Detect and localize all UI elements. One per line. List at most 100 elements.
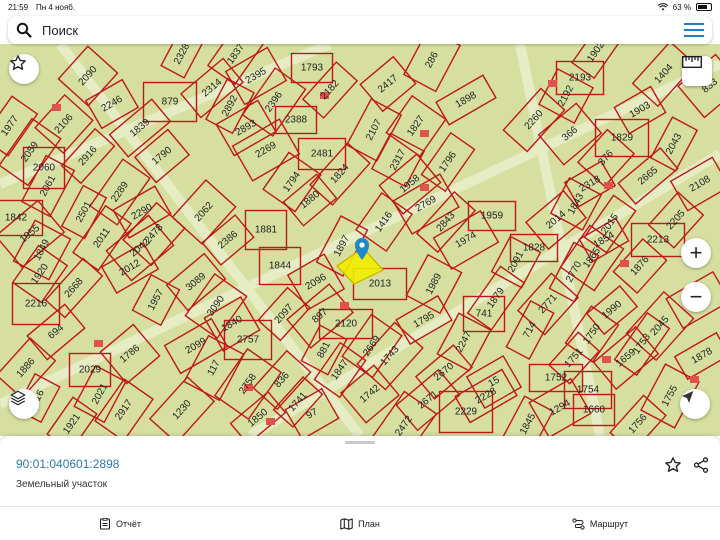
building-mark (340, 302, 349, 309)
search-icon[interactable] (16, 22, 32, 38)
parcel-number-label: 2229 (455, 407, 478, 418)
parcel-number-label: 2043 (664, 131, 684, 156)
sheet-drag-handle[interactable] (345, 441, 375, 444)
parcel-number-label: 2328 (172, 44, 192, 66)
parcel-number-label: 2216 (25, 299, 48, 310)
parcel-number-label: 2193 (569, 73, 592, 84)
ruler-button[interactable] (682, 56, 712, 86)
app: 21:59 Пн 4 нояб. 63 % Поиск 2328 1837 2090… (0, 0, 720, 540)
zoom-in-button[interactable]: + (681, 238, 711, 268)
parcel-number-label: 2060 (33, 163, 56, 174)
parcel-number-label: 1824 (329, 162, 352, 186)
star-outline-icon[interactable] (664, 456, 682, 474)
parcel-number-label: 1790 (150, 144, 174, 167)
parcel-number-label: 2771 (537, 292, 560, 316)
parcel-number-label: 117 (206, 358, 223, 378)
building-mark (52, 104, 61, 111)
parcel-number-label: 1845 (518, 411, 538, 436)
parcel-number-label: 1752 (545, 373, 568, 384)
route-icon (572, 517, 585, 530)
building-mark (420, 184, 429, 191)
zoom-out-button[interactable]: − (681, 282, 711, 312)
parcel-map-canvas[interactable]: 2328 1837209023142395 1793 286 1902140483322… (0, 44, 720, 436)
search-input[interactable]: Поиск (42, 23, 78, 38)
parcel-number-label: 1989 (424, 271, 444, 296)
parcel-number-label: 2120 (335, 319, 358, 330)
parcel-number-label: 2417 (376, 72, 400, 95)
parcel-number-label: 2062 (193, 200, 216, 224)
parcel-number-label: 1294 (548, 398, 573, 419)
parcel-number-label: 714 (521, 320, 539, 340)
search-bar[interactable]: Поиск (8, 16, 712, 44)
parcel-info-sheet[interactable]: 90:01:040601:2898 Земельный участок (0, 436, 720, 506)
map-plan-icon (340, 517, 353, 530)
parcel-number-label: 2097 (273, 302, 296, 326)
tab-report-label: Отчёт (116, 518, 141, 529)
parcel-number-label: 1750 (581, 321, 603, 346)
parcel-number-label: 1881 (255, 225, 278, 236)
locate-me-button[interactable] (680, 389, 710, 419)
parcel-number-label: 1974 (454, 230, 479, 251)
parcel-number-label: 1878 (690, 346, 715, 367)
parcel-number-label: 1955 (18, 222, 42, 245)
parcel-number-label: 1756 (627, 412, 650, 436)
status-time: 21:59 (8, 2, 29, 12)
tab-route[interactable]: Маршрут (480, 507, 720, 540)
parcel-number-label: 2388 (285, 115, 308, 126)
parcel-number-label: 2757 (237, 335, 260, 346)
cadastral-number: 90:01:040601:2898 (16, 457, 120, 471)
hamburger-menu-icon[interactable] (684, 23, 704, 37)
building-mark (420, 130, 429, 137)
building-mark (604, 182, 613, 189)
parcel-number-label: 1794 (281, 169, 303, 194)
battery-percent: 63 % (672, 2, 691, 12)
parcel-number-label: 1828 (523, 243, 546, 254)
parcel-number-label: 2317 (388, 147, 408, 172)
parcel-number-label: 1921 (61, 411, 83, 436)
parcel-number-label: 2059 (19, 139, 41, 164)
parcel-number-label: 1230 (171, 398, 194, 422)
parcel-number-label: 2917 (113, 397, 135, 422)
parcel-number-label: 1842 (5, 213, 28, 224)
share-icon[interactable] (692, 456, 710, 474)
parcel-number-label: 1876 (629, 254, 652, 278)
parcel-number-label: 2106 (53, 112, 76, 136)
parcel-number-label: 2892 (220, 93, 240, 118)
parcel-number-label: 1742 (358, 382, 382, 405)
parcel-number-label: 1755 (660, 383, 680, 408)
parcel-number-label: 2045 (649, 314, 672, 338)
cadastral-map[interactable]: 2328 1837 2090 2314 2395 1793 286 1902 1404 833 22… (0, 44, 720, 436)
favorite-map-button[interactable] (9, 54, 39, 84)
tab-report[interactable]: Отчёт (0, 507, 240, 540)
parcel-number-label: 2670 (432, 360, 456, 383)
parcel-number-label: 1886 (15, 356, 38, 380)
parcel-number-label: 1990 (600, 298, 624, 321)
parcel-number-label: 2013 (369, 279, 392, 290)
parcel-number-label: 836 (272, 370, 292, 390)
parcel-number-label: 1977 (0, 113, 21, 138)
parcel-number-label: 2481 (311, 149, 334, 160)
zoom-in-label: + (689, 240, 703, 265)
parcel-number-label: 2289 (109, 179, 131, 204)
parcel-number-label: 1920 (29, 261, 51, 286)
parcel-number-label: 1754 (577, 385, 600, 396)
parcel-number-label: 2029 (79, 365, 102, 376)
navigation-arrow-icon (682, 391, 694, 403)
parcel-type-label: Земельный участок (16, 479, 108, 490)
bottom-tab-bar: Отчёт План Маршрут (0, 506, 720, 540)
building-mark (94, 340, 103, 347)
sheet-actions (664, 456, 710, 474)
battery-icon (696, 3, 712, 11)
building-mark (602, 356, 611, 363)
building-mark (266, 418, 275, 425)
parcel-number-label: 3089 (184, 270, 208, 293)
parcel-number-label: 2192 (556, 83, 576, 108)
battery-fill (698, 5, 707, 9)
layers-button[interactable] (9, 389, 39, 419)
parcel-number-label: 2386 (216, 228, 240, 251)
parcel-number-label: 1849 (32, 237, 52, 262)
parcel-number-label: 2668 (63, 276, 86, 300)
parcel-number-label: 879 (162, 97, 179, 108)
parcel-number-label: 2247 (454, 329, 474, 354)
tab-plan[interactable]: План (240, 507, 480, 540)
